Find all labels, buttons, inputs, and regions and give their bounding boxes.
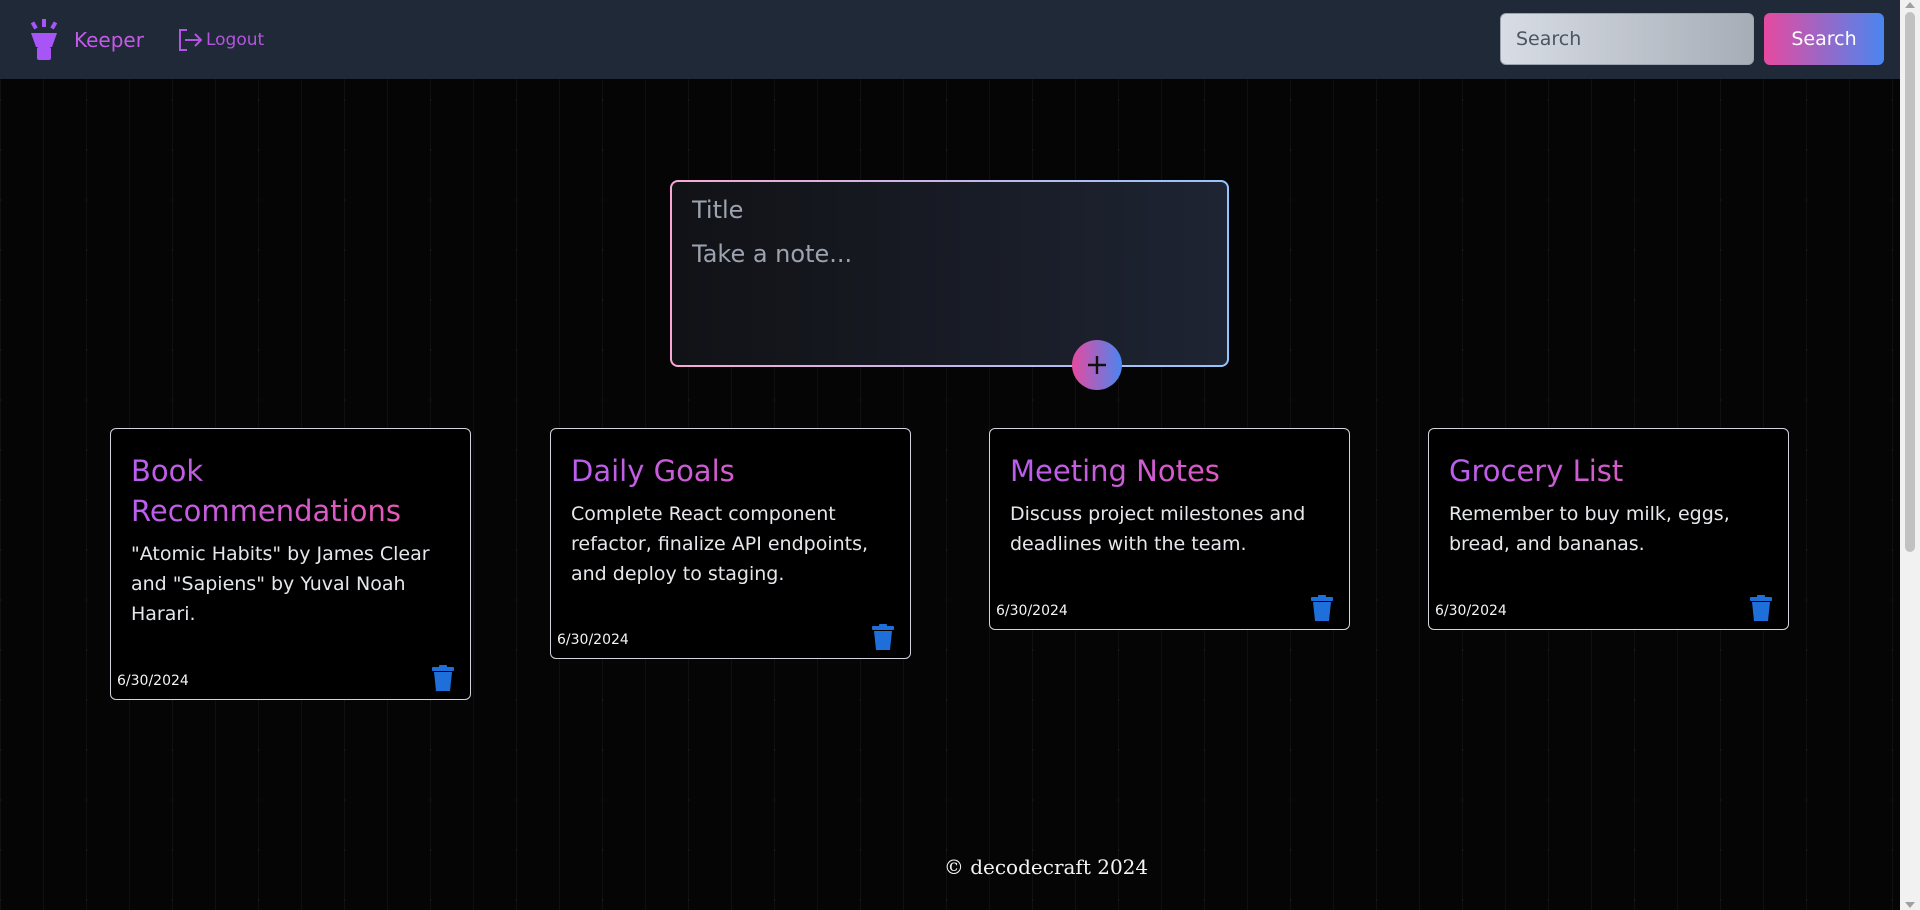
footer-copyright: © decodecraft 2024 — [943, 855, 1149, 879]
note-card: Book Recommendations "Atomic Habits" by … — [110, 428, 471, 700]
note-content: "Atomic Habits" by James Clear and "Sapi… — [131, 543, 430, 625]
scrollbar[interactable] — [1900, 0, 1920, 910]
search-input[interactable] — [1500, 13, 1754, 65]
note-date: 6/30/2024 — [1435, 603, 1507, 619]
trash-icon[interactable] — [1311, 595, 1333, 621]
logout-icon — [178, 28, 203, 51]
brand-name: Keeper — [74, 27, 144, 52]
scrollbar-thumb[interactable] — [1905, 12, 1915, 552]
note-card: Daily Goals Complete React component ref… — [550, 428, 911, 659]
scroll-up-icon[interactable] — [1905, 2, 1915, 8]
lamp-icon — [30, 18, 58, 60]
note-card: Grocery List Remember to buy milk, eggs,… — [1428, 428, 1789, 630]
logout-label: Logout — [205, 29, 265, 50]
search-button[interactable]: Search — [1764, 13, 1884, 65]
note-card: Meeting Notes Discuss project milestones… — [989, 428, 1350, 630]
add-note-button[interactable] — [1072, 340, 1122, 390]
note-title: Grocery List — [1449, 451, 1768, 491]
note-date: 6/30/2024 — [117, 673, 189, 689]
note-content: Complete React component refactor, final… — [571, 503, 869, 585]
note-date: 6/30/2024 — [996, 603, 1068, 619]
note-content: Remember to buy milk, eggs, bread, and b… — [1449, 503, 1730, 555]
note-title-input[interactable] — [692, 192, 1207, 228]
note-title: Daily Goals — [571, 451, 890, 491]
brand[interactable]: Keeper — [26, 18, 144, 61]
trash-icon[interactable] — [1750, 595, 1772, 621]
trash-icon[interactable] — [872, 624, 894, 650]
note-date: 6/30/2024 — [557, 632, 629, 648]
trash-icon[interactable] — [432, 665, 454, 691]
scroll-down-icon[interactable] — [1905, 902, 1915, 908]
note-content-input[interactable] — [692, 240, 1207, 350]
note-content: Discuss project milestones and deadlines… — [1010, 503, 1306, 555]
logout-link[interactable]: Logout — [176, 27, 264, 53]
composer-body-area — [672, 182, 1227, 365]
note-title: Book Recommendations — [131, 451, 450, 531]
note-composer — [670, 180, 1229, 367]
note-title: Meeting Notes — [1010, 451, 1329, 491]
plus-icon — [1088, 356, 1106, 374]
